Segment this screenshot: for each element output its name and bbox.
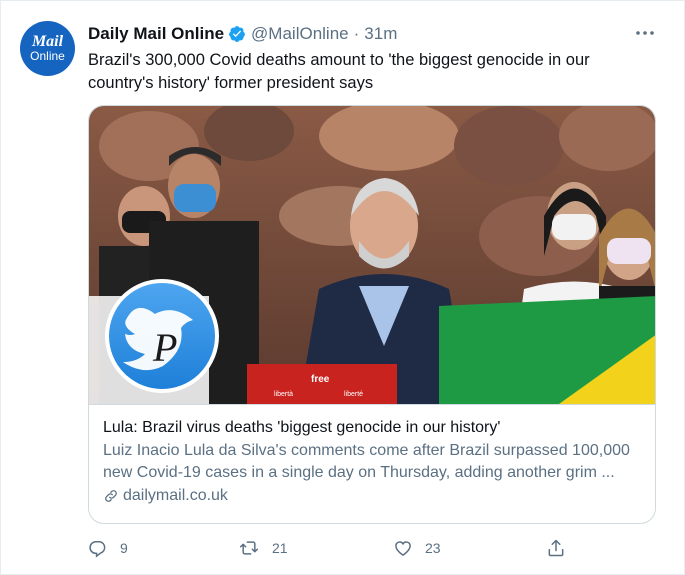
retweet-count: 21 [272,540,288,556]
card-domain-text: dailymail.co.uk [123,487,228,504]
reply-button[interactable]: 9 [88,538,128,558]
more-options-icon[interactable] [634,23,656,43]
like-icon [395,541,411,556]
avatar-line-1: Mail [31,32,64,50]
podium-word-free: free [311,374,330,385]
share-icon [548,539,564,557]
card-description: Luiz Inacio Lula da Silva's comments com… [103,442,630,481]
separator-dot: · [353,24,360,43]
retweet-button[interactable]: 21 [238,538,288,558]
svg-text:P: P [152,325,177,370]
link-card[interactable]: free libertà liberté P Lula: Brazil viru… [88,105,656,524]
tweet[interactable]: Mail Online Daily Mail Online @MailOnlin… [0,0,685,575]
tweet-text: Brazil's 300,000 Covid deaths amount to … [88,51,590,92]
verified-badge-icon [229,26,245,42]
reply-count: 9 [120,540,128,556]
tweet-timestamp[interactable]: 31m [364,24,397,44]
card-title[interactable]: Lula: Brazil virus deaths 'biggest genoc… [103,417,643,438]
author-name[interactable]: Daily Mail Online [88,24,224,44]
link-icon [105,490,117,502]
retweet-icon [239,541,259,555]
watermark-bird-icon: P [105,279,219,393]
podium-word-liberta: libertà [274,391,293,398]
reply-icon [89,541,106,558]
avatar-line-2: Online [30,48,65,63]
like-button[interactable]: 23 [393,538,441,558]
card-body[interactable]: Lula: Brazil virus deaths 'biggest genoc… [89,404,655,523]
tweet-header: Daily Mail Online @MailOnline · 31m [88,22,397,46]
card-image[interactable]: free libertà liberté P [89,106,656,404]
author-handle[interactable]: @MailOnline [251,24,349,44]
avatar[interactable]: Mail Online [20,21,75,76]
podium-word-liberte: liberté [344,391,363,398]
share-button[interactable] [546,538,578,558]
like-count: 23 [425,540,441,556]
tweet-actions: 9 21 23 [88,538,578,564]
card-domain[interactable]: dailymail.co.uk [103,485,643,507]
